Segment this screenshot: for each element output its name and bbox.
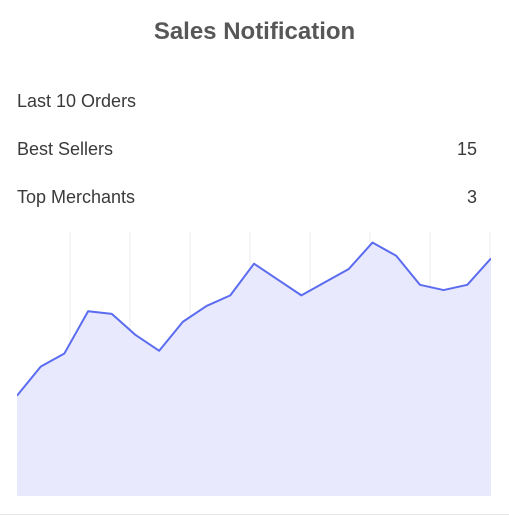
stat-label: Best Sellers [17,139,114,159]
stats-list: Last 10 Orders Best Sellers 15 Top Merch… [17,84,477,228]
stat-row-last-orders[interactable]: Last 10 Orders [17,84,477,132]
sales-notification-widget: Sales Notification Last 10 Orders Best S… [0,0,509,517]
stat-row-top-merchants[interactable]: Top Merchants 3 [17,180,477,228]
stat-row-best-sellers[interactable]: Best Sellers 15 [17,132,477,180]
stat-label: Top Merchants [17,187,136,207]
stat-value: 15 [456,139,477,159]
divider [0,514,509,515]
area-fill [17,242,491,496]
sales-chart [17,232,491,496]
stat-value: 3 [466,187,477,207]
widget-title: Sales Notification [153,18,356,45]
sales-area-chart [17,232,491,496]
stat-label: Last 10 Orders [17,91,137,111]
